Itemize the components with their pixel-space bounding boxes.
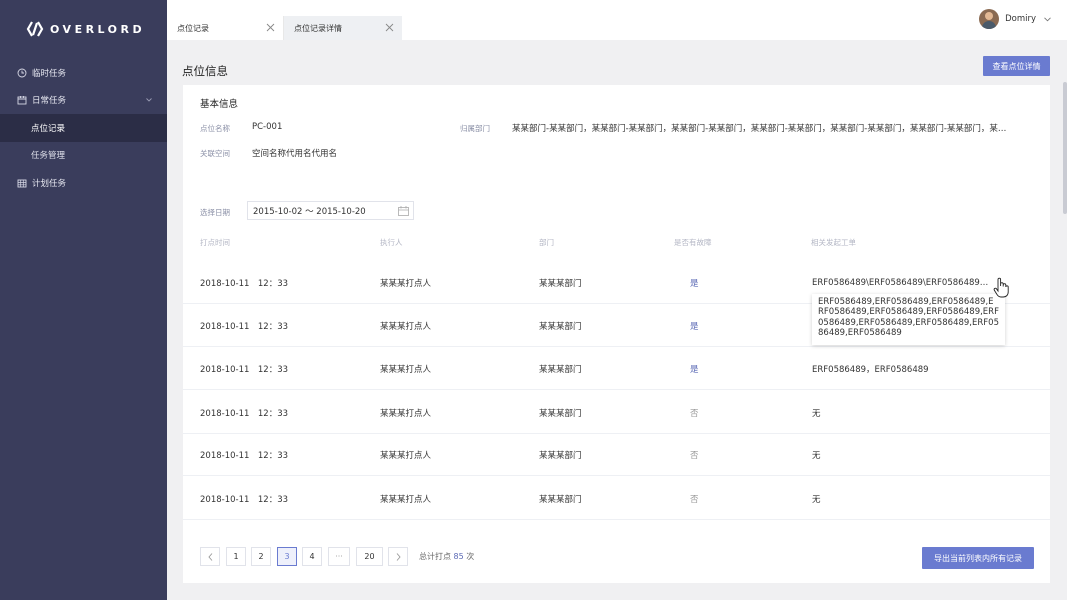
- export-records-button[interactable]: 导出当前列表内所有记录: [922, 547, 1034, 569]
- cell-fault: 否: [690, 408, 699, 419]
- cell-order: ERF0586489，ERF0586489: [812, 364, 929, 375]
- cell-fault: 否: [690, 494, 699, 505]
- table-header: 相关发起工单: [811, 238, 856, 247]
- page-button[interactable]: 2: [251, 547, 271, 566]
- cell-person: 某某某打点人: [380, 494, 432, 505]
- page-button-current[interactable]: 3: [277, 547, 297, 566]
- cell-order: 无: [812, 450, 821, 461]
- sidebar-item-label: 计划任务: [32, 178, 67, 189]
- cell-time: 2018-10-11 12：33: [200, 494, 289, 505]
- calendar-grid-icon: [17, 179, 27, 188]
- sidebar-item-label: 点位记录: [31, 123, 66, 134]
- space-value: 空间名称代用名代用名: [252, 149, 338, 159]
- view-point-detail-button[interactable]: 查看点位详情: [983, 56, 1050, 76]
- cell-person: 某某某打点人: [380, 408, 432, 419]
- cell-dept: 某某某部门: [539, 278, 582, 289]
- sidebar-item-label: 日常任务: [32, 96, 67, 107]
- sidebar-item-task-manage[interactable]: 任务管理: [0, 142, 167, 170]
- cell-order: 无: [812, 494, 821, 505]
- brand-logo[interactable]: OVERLORD: [26, 20, 145, 38]
- date-range-value: 2015-10-02 ～ 2015-10-20: [253, 206, 366, 217]
- cell-person: 某某某打点人: [380, 278, 432, 289]
- hand-cursor-icon: [993, 277, 1009, 298]
- top-bar: 点位记录 点位记录详情 Domiry: [167, 0, 1067, 40]
- scrollbar[interactable]: [1063, 82, 1067, 214]
- close-icon[interactable]: [385, 23, 394, 32]
- page-title: 点位信息: [182, 64, 228, 78]
- department-label: 归属部门: [460, 124, 490, 133]
- cell-time: 2018-10-11 12：33: [200, 364, 289, 375]
- table-header: 打点时间: [200, 238, 230, 247]
- page-button[interactable]: 20: [356, 547, 383, 566]
- next-page-button[interactable]: [388, 547, 408, 566]
- sidebar-nav: 临时任务 日常任务 点位记录 任务管理 计划任务: [0, 59, 167, 197]
- close-icon[interactable]: [266, 23, 275, 32]
- cell-fault: 是: [690, 364, 699, 375]
- user-menu[interactable]: Domiry: [979, 9, 1051, 29]
- cell-dept: 某某某部门: [539, 408, 582, 419]
- tab-label: 点位记录: [177, 23, 209, 33]
- table-row[interactable]: 2018-10-11 12：33 某某某打点人 某某某部门 否 无: [183, 391, 1050, 434]
- space-label: 关联空间: [200, 149, 230, 158]
- calendar-icon: [17, 96, 27, 105]
- cell-dept: 某某某部门: [539, 364, 582, 375]
- table-header: 部门: [539, 238, 554, 247]
- page-button[interactable]: 1: [226, 547, 246, 566]
- chevron-down-icon: [146, 97, 152, 102]
- total-count: 总计打点 85 次: [419, 551, 474, 562]
- total-number: 85: [453, 552, 464, 561]
- brand-name: OVERLORD: [50, 22, 146, 36]
- cell-dept: 某某某部门: [539, 321, 582, 332]
- department-value: 某某部门-某某部门，某某部门-某某部门，某某部门-某某部门，某某部门-某某部门，…: [512, 124, 1007, 134]
- cell-fault: 是: [690, 278, 699, 289]
- cell-time: 2018-10-11 12：33: [200, 278, 289, 289]
- table-row[interactable]: 2018-10-11 12：33 某某某打点人 某某某部门 是 ERF0586489，E…: [183, 347, 1050, 390]
- page-ellipsis[interactable]: ···: [328, 547, 350, 566]
- point-name-value: PC-001: [252, 122, 283, 132]
- date-range-picker[interactable]: 2015-10-02 ～ 2015-10-20: [247, 201, 414, 220]
- sidebar-item-plan-task[interactable]: 计划任务: [0, 169, 167, 197]
- cell-time: 2018-10-11 12：33: [200, 450, 289, 461]
- sidebar-item-label: 临时任务: [32, 68, 67, 79]
- chevron-down-icon: [1044, 16, 1051, 21]
- sidebar-item-point-record[interactable]: 点位记录: [0, 114, 167, 142]
- cell-fault: 是: [690, 321, 699, 332]
- sidebar: OVERLORD 临时任务 日常任务 点位记录 任务管理 计划任务: [0, 0, 167, 600]
- prev-page-button[interactable]: [200, 547, 220, 566]
- order-tooltip: ERF0586489,ERF0586489,ERF0586489,ERF0586…: [812, 294, 1005, 345]
- cell-person: 某某某打点人: [380, 364, 432, 375]
- cell-fault: 否: [690, 450, 699, 461]
- chevron-left-icon: [207, 552, 212, 561]
- tab-point-record[interactable]: 点位记录: [167, 16, 284, 40]
- total-suffix: 次: [466, 552, 475, 561]
- table-row[interactable]: 2018-10-11 12：33 某某某打点人 某某某部门 否 无: [183, 477, 1050, 520]
- chevron-right-icon: [396, 552, 401, 561]
- tab-label: 点位记录详情: [294, 23, 342, 33]
- section-title: 基本信息: [200, 99, 239, 110]
- table-header: 是否有故障: [674, 238, 712, 247]
- user-name: Domiry: [1005, 14, 1036, 24]
- avatar: [979, 9, 1000, 29]
- clock-icon: [17, 68, 27, 78]
- tab-point-record-detail[interactable]: 点位记录详情: [284, 16, 402, 40]
- point-name-label: 点位名称: [200, 124, 230, 133]
- page-button[interactable]: 4: [302, 547, 322, 566]
- sidebar-item-daily-task[interactable]: 日常任务: [0, 87, 167, 115]
- cell-order: 无: [812, 408, 821, 419]
- cell-person: 某某某打点人: [380, 321, 432, 332]
- calendar-icon[interactable]: [398, 206, 409, 216]
- logo-mark-icon: [26, 21, 44, 37]
- cell-time: 2018-10-11 12：33: [200, 321, 289, 332]
- cell-dept: 某某某部门: [539, 450, 582, 461]
- total-prefix: 总计打点: [419, 552, 451, 561]
- sidebar-item-label: 任务管理: [31, 151, 66, 162]
- cell-dept: 某某某部门: [539, 494, 582, 505]
- sidebar-item-temp-task[interactable]: 临时任务: [0, 59, 167, 87]
- table-header: 执行人: [380, 238, 403, 247]
- cell-person: 某某某打点人: [380, 450, 432, 461]
- date-label: 选择日期: [200, 208, 230, 217]
- table-row[interactable]: 2018-10-11 12：33 某某某打点人 某某某部门 否 无: [183, 433, 1050, 476]
- cell-time: 2018-10-11 12：33: [200, 408, 289, 419]
